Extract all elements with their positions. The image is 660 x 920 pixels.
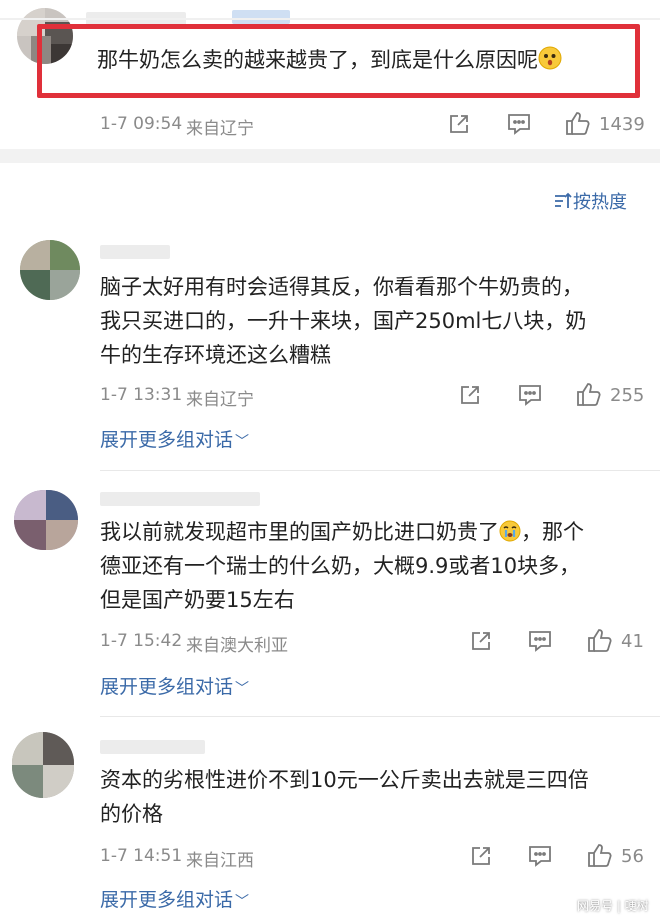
reply-text: 资本的劣根性进价不到10元一公斤卖出去就是三四倍 的价格 (100, 763, 640, 831)
expand-label: 展开更多组对话 (100, 889, 234, 911)
share-icon[interactable] (469, 629, 493, 653)
reply-line: 德亚还有一个瑞士的什么奶，大概9.9或者10块多， (100, 554, 581, 578)
section-gap (0, 149, 660, 163)
avatar[interactable] (20, 240, 80, 300)
vip-badge-blurred (232, 10, 290, 24)
top-comment-text: 那牛奶怎么卖的越来越贵了，到底是什么原因呢 (97, 44, 562, 74)
reply-line: 资本的劣根性进价不到10元一公斤卖出去就是三四倍 (100, 768, 589, 792)
reply-line-end: ，那个 (521, 520, 584, 544)
share-icon[interactable] (458, 383, 482, 407)
chevron-down-icon: ﹀ (235, 434, 250, 450)
share-icon[interactable] (469, 844, 493, 868)
reply-text: 我以前就发现超市里的国产奶比进口奶贵了 ，那个 德亚还有一个瑞士的什么奶，大概9.… (100, 515, 640, 617)
thinking-face-icon (538, 46, 562, 70)
avatar[interactable] (12, 732, 74, 798)
like-count: 255 (610, 385, 645, 406)
reply-line: 我只买进口的，一升十来块，国产250ml七八块，奶 (100, 309, 587, 333)
divider-line (0, 18, 660, 20)
comment-icon[interactable] (527, 844, 553, 868)
comment-location: 来自辽宁 (186, 119, 254, 139)
expand-conversation-link[interactable]: 展开更多组对话 ﹀ (100, 672, 249, 699)
expand-label: 展开更多组对话 (100, 429, 234, 451)
comment-location: 来自江西 (186, 851, 254, 871)
expand-conversation-link[interactable]: 展开更多组对话 ﹀ (100, 425, 249, 452)
comment-icon[interactable] (527, 629, 553, 653)
reply-line: 我以前就发现超市里的国产奶比进口奶贵了 ，那个 (100, 515, 640, 549)
reply-line: 但是国产奶要15左右 (100, 588, 295, 612)
like-icon[interactable] (586, 627, 613, 654)
username-blurred[interactable] (100, 245, 170, 259)
like-count: 1439 (599, 114, 645, 135)
like-icon[interactable] (564, 110, 591, 137)
reply-line: 脑子太好用有时会适得其反，你看看那个牛奶贵的， (100, 275, 583, 299)
divider-line (100, 470, 660, 471)
comment-location: 来自辽宁 (186, 390, 254, 410)
sort-label: 按热度 (573, 192, 627, 213)
reply-line: 的价格 (100, 802, 163, 826)
expand-label: 展开更多组对话 (100, 676, 234, 698)
comment-date: 1-7 09:54 (100, 114, 183, 134)
crying-face-icon (499, 520, 521, 542)
watermark: 网易号 | 哽树 (577, 899, 649, 913)
like-icon[interactable] (586, 842, 613, 869)
username-blurred[interactable] (100, 492, 260, 506)
chevron-down-icon: ﹀ (235, 681, 250, 697)
comment-icon[interactable] (517, 383, 543, 407)
comment-icon[interactable] (506, 112, 532, 136)
reply-text: 脑子太好用有时会适得其反，你看看那个牛奶贵的， 我只买进口的，一升十来块，国产2… (100, 270, 640, 372)
comment-date: 1-7 13:31 (100, 385, 183, 405)
divider-line (100, 716, 660, 717)
comment-location: 来自澳大利亚 (186, 636, 288, 656)
share-icon[interactable] (447, 112, 471, 136)
comment-date: 1-7 14:51 (100, 846, 183, 866)
top-comment-body: 那牛奶怎么卖的越来越贵了，到底是什么原因呢 (97, 48, 538, 72)
username-blurred[interactable] (100, 740, 205, 754)
like-icon[interactable] (575, 381, 602, 408)
expand-conversation-link[interactable]: 展开更多组对话 ﹀ (100, 885, 249, 912)
like-count: 56 (621, 846, 644, 867)
sort-by-heat-button[interactable]: 按热度 (553, 188, 627, 214)
comment-date: 1-7 15:42 (100, 631, 183, 651)
sort-icon (555, 192, 572, 208)
chevron-down-icon: ﹀ (235, 894, 250, 910)
reply-line-start: 我以前就发现超市里的国产奶比进口奶贵了 (100, 520, 499, 544)
like-count: 41 (621, 631, 644, 652)
avatar[interactable] (14, 490, 78, 550)
reply-line: 牛的生存环境还这么糟糕 (100, 343, 331, 367)
